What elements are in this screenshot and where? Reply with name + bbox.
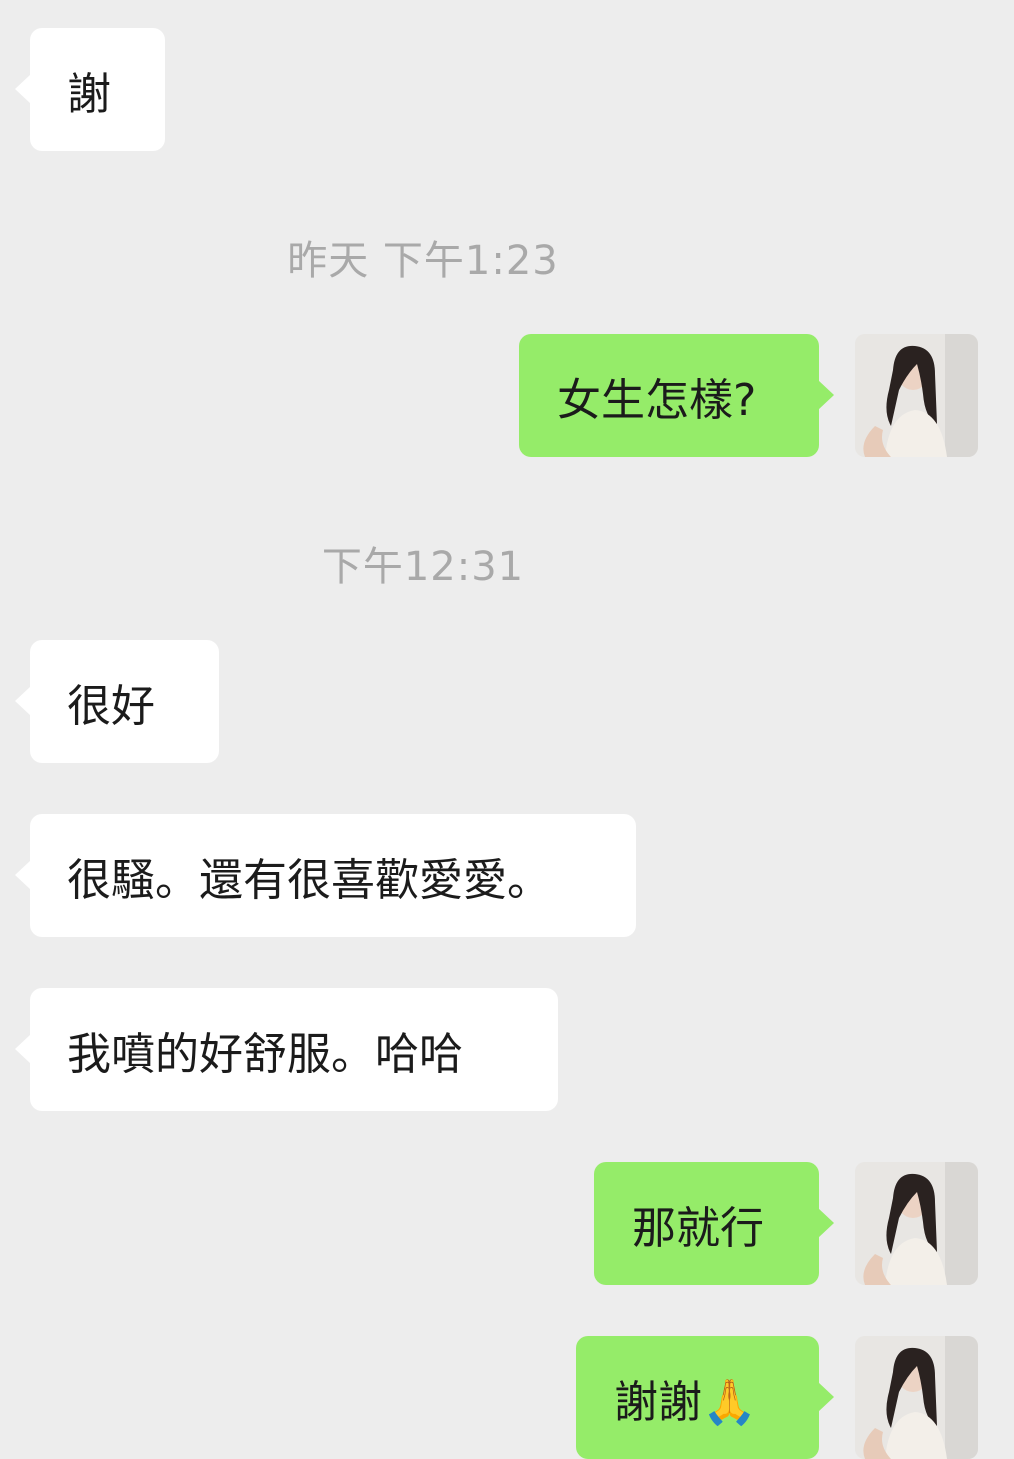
avatar-icon xyxy=(855,1336,978,1459)
outgoing-message-bubble[interactable]: 謝謝🙏 xyxy=(576,1336,834,1459)
message-text: 女生怎樣? xyxy=(557,374,757,426)
outgoing-message-bubble[interactable]: 女生怎樣? xyxy=(519,334,834,457)
incoming-message-bubble[interactable]: 謝 xyxy=(15,28,165,151)
message-text: 很騷。還有很喜歡愛愛。 xyxy=(67,854,551,906)
message-text: 很好 xyxy=(67,680,155,732)
message-text: 那就行 xyxy=(632,1202,764,1254)
message-text: 我噴的好舒服。哈哈 xyxy=(67,1028,463,1080)
message-text: 謝謝🙏 xyxy=(614,1376,757,1428)
avatar-icon xyxy=(855,1162,978,1285)
incoming-message-bubble[interactable]: 很騷。還有很喜歡愛愛。 xyxy=(15,814,636,937)
outgoing-message-bubble[interactable]: 那就行 xyxy=(594,1162,834,1285)
incoming-message-bubble[interactable]: 我噴的好舒服。哈哈 xyxy=(15,988,558,1111)
user-avatar[interactable] xyxy=(855,334,978,457)
incoming-message-bubble[interactable]: 很好 xyxy=(15,640,219,763)
message-text: 謝 xyxy=(67,68,111,120)
user-avatar[interactable] xyxy=(855,1162,978,1285)
timestamp: 下午12:31 xyxy=(321,544,525,590)
user-avatar[interactable] xyxy=(855,1336,978,1459)
timestamp: 昨天 下午1:23 xyxy=(287,238,559,284)
avatar-icon xyxy=(855,334,978,457)
